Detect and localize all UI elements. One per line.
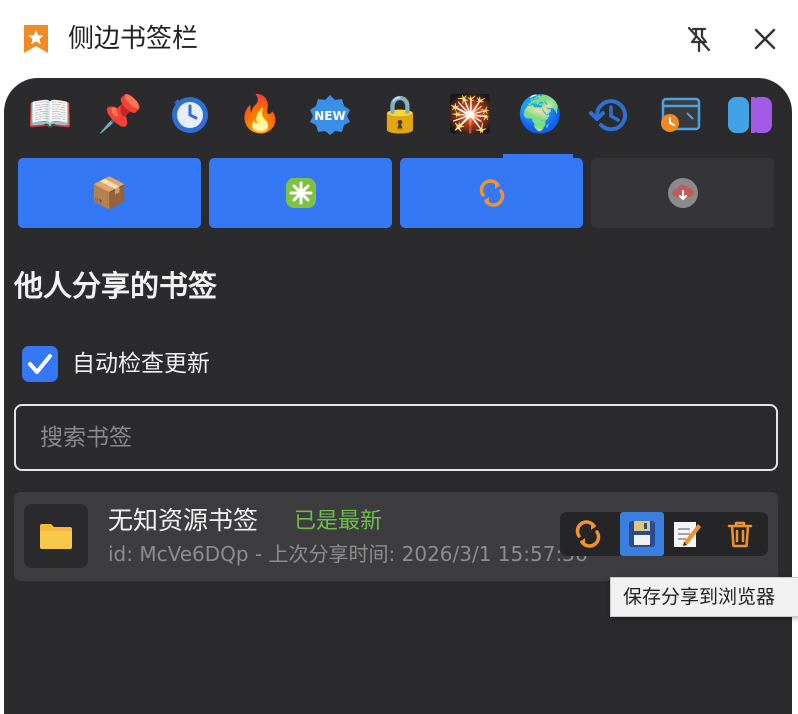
toggle-switch-icon[interactable] [726, 92, 774, 138]
sparkler-icon[interactable]: 🎇 [446, 92, 494, 138]
globe-icon[interactable]: 🌍 [516, 92, 564, 138]
auto-check-checkbox[interactable] [22, 346, 58, 382]
save-to-browser-button[interactable] [620, 512, 664, 556]
sync-button[interactable] [566, 512, 610, 556]
tab-bar: 📦 [18, 154, 778, 228]
list-item[interactable]: 无知资源书签 已是最新 id: McVe6DQp - 上次分享时间: 2026/… [14, 492, 778, 581]
title-bar: 侧边书签栏 [0, 0, 798, 78]
folder-icon [24, 504, 88, 568]
fire-icon[interactable]: 🔥 [236, 92, 284, 138]
tab-sync[interactable] [400, 158, 583, 228]
close-icon[interactable] [750, 24, 780, 54]
sparkle-icon [285, 178, 316, 208]
package-icon: 📦 [90, 175, 129, 211]
item-title: 无知资源书签 [108, 506, 259, 535]
sync-icon [575, 520, 601, 548]
sidebar-panel: 📖 📌 🔥 NEW 🔒 🎇 🌍 📦 他人分享的书签 自动检查更新 搜索书签 无知… [4, 78, 792, 714]
tab-package[interactable]: 📦 [18, 158, 201, 228]
cloud-download-icon [667, 178, 698, 208]
pushpin-icon[interactable]: 📌 [96, 92, 144, 138]
icon-toolbar: 📖 📌 🔥 NEW 🔒 🎇 🌍 [26, 92, 776, 138]
edit-memo-icon [674, 522, 701, 547]
search-input[interactable] [14, 404, 778, 471]
svg-text:NEW: NEW [314, 109, 345, 123]
tab-sparkle[interactable] [209, 158, 392, 228]
sync-icon [479, 179, 504, 207]
clock-refresh-icon[interactable] [166, 92, 214, 138]
checkmark-icon [28, 354, 52, 374]
pin-off-icon[interactable] [684, 24, 714, 54]
section-title: 他人分享的书签 [14, 269, 218, 303]
auto-check-label: 自动检查更新 [72, 351, 210, 377]
tooltip: 保存分享到浏览器 [610, 577, 798, 617]
tab-cloud-download[interactable] [591, 158, 774, 228]
lock-icon[interactable]: 🔒 [376, 92, 424, 138]
history-clock-icon[interactable] [586, 92, 634, 138]
trash-icon [727, 521, 753, 548]
item-actions [560, 512, 768, 556]
delete-button[interactable] [718, 512, 762, 556]
open-book-icon[interactable]: 📖 [26, 92, 74, 138]
edit-button[interactable] [664, 512, 708, 556]
status-badge: 已是最新 [294, 509, 383, 534]
save-floppy-icon [629, 521, 655, 547]
bookmark-star-icon [24, 25, 48, 53]
new-badge-icon[interactable]: NEW [306, 92, 354, 138]
window-title: 侧边书签栏 [68, 24, 199, 54]
browser-clock-icon[interactable] [656, 92, 704, 138]
